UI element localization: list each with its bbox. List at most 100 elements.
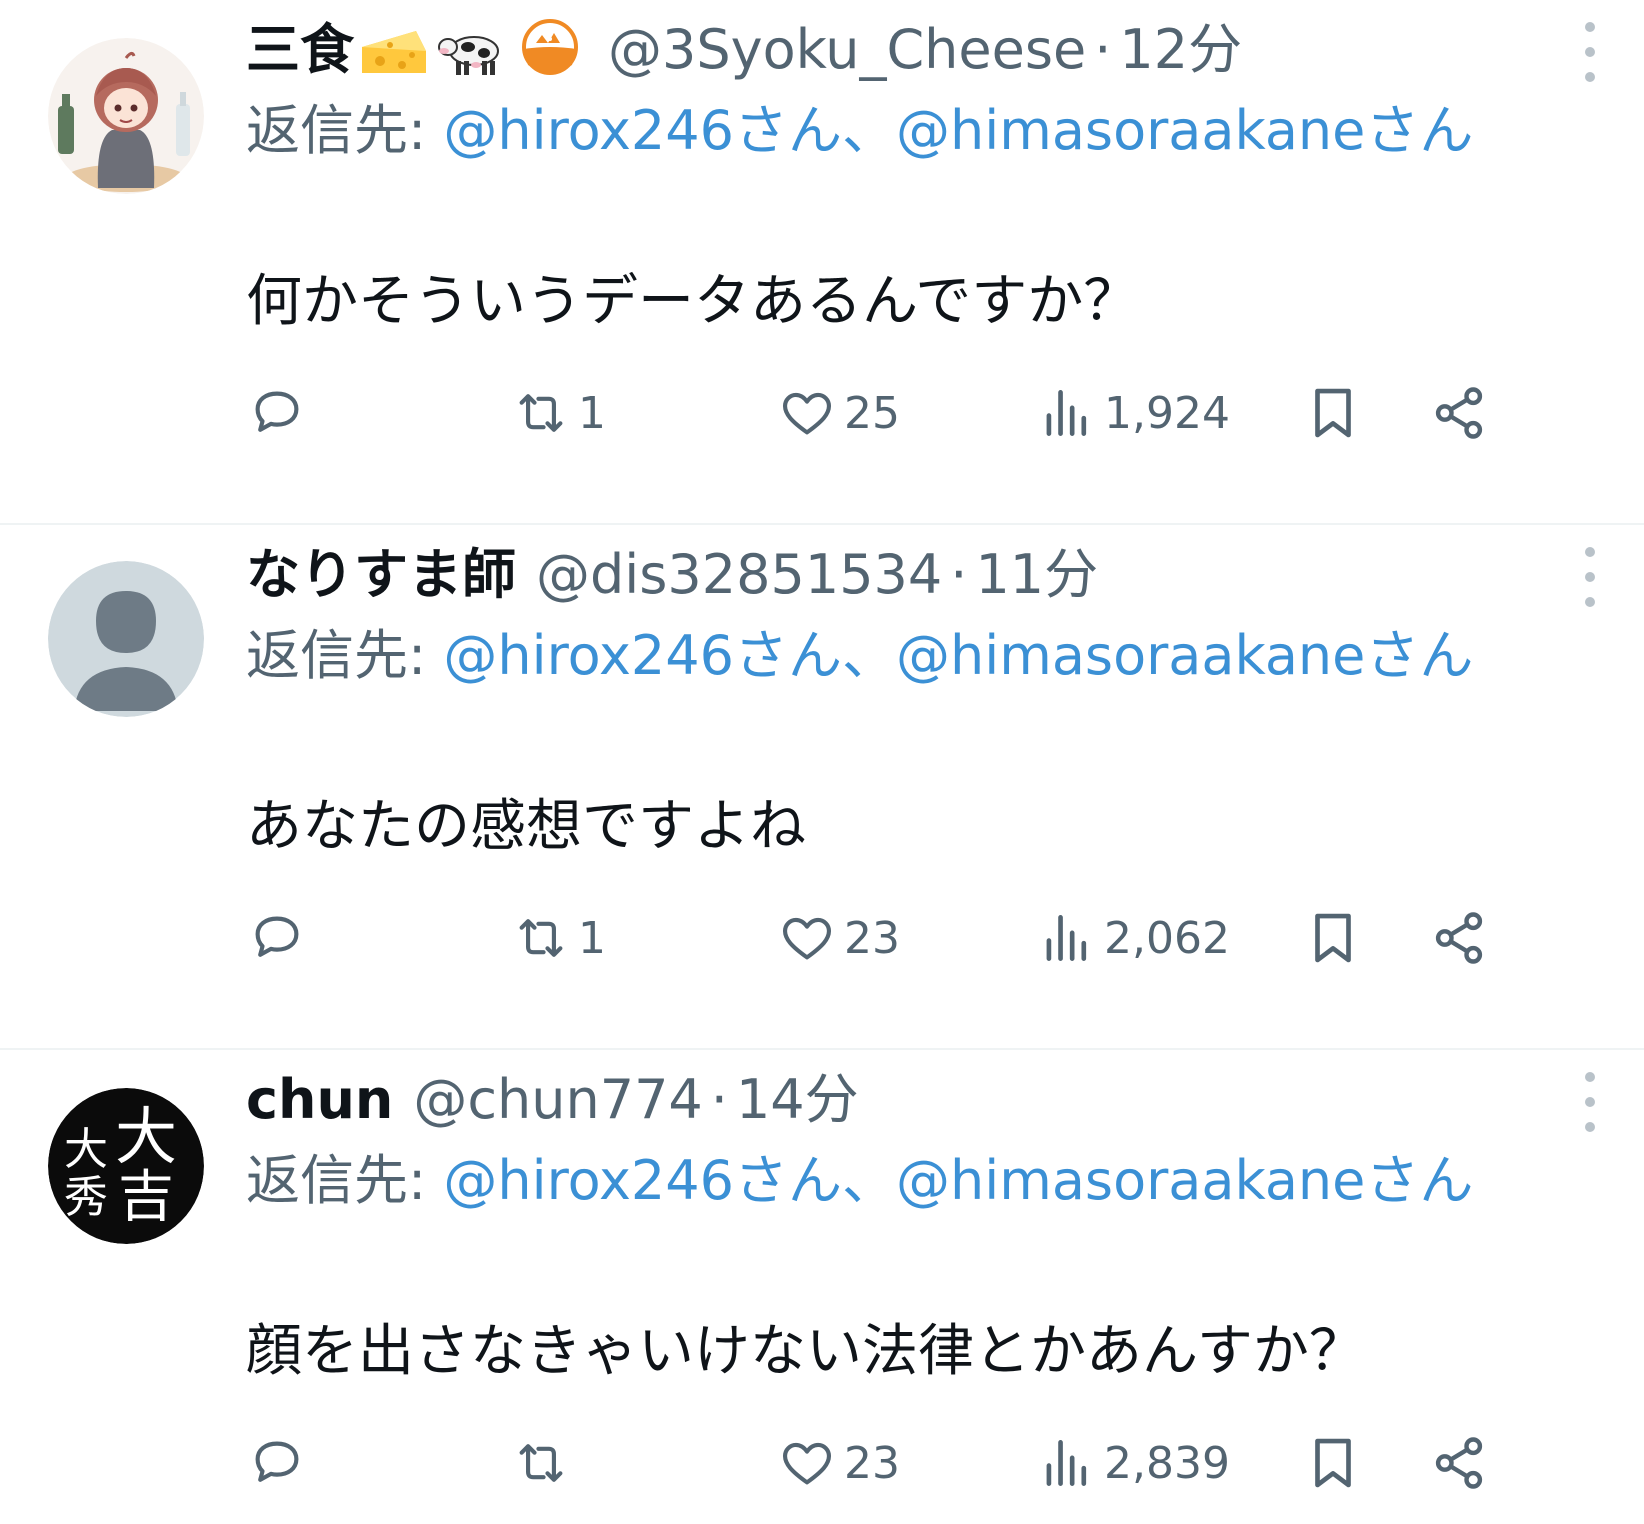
display-name[interactable]: なりすま師 [246, 535, 516, 615]
avatar-glyph: 大 [115, 1100, 177, 1173]
like-count: 25 [844, 387, 900, 439]
dot-icon [1585, 547, 1595, 557]
heart-icon [782, 1442, 832, 1485]
avatar[interactable]: 大 大 秀 吉 [48, 1088, 204, 1244]
dot-icon [1585, 1072, 1595, 1082]
avatar[interactable] [48, 561, 204, 717]
tweet-text: 顔を出さなきゃいけない法律とかあんすか？ [246, 1319, 1365, 1384]
mention-link[interactable]: @hirox246さん [443, 99, 842, 162]
views-count: 2,062 [1104, 912, 1230, 964]
like-count: 23 [844, 1437, 900, 1489]
reply-button[interactable] [246, 1428, 308, 1498]
like-button[interactable]: 25 [776, 378, 900, 448]
mention-link[interactable]: @himasoraakaneさん [896, 1149, 1473, 1212]
mention-link[interactable]: @himasoraakaneさん [896, 99, 1473, 162]
views-button[interactable]: 2,839 [1036, 1428, 1230, 1498]
mention-separator: 、 [842, 1149, 897, 1212]
reply-icon [255, 391, 299, 432]
more-options-button[interactable] [1570, 1072, 1610, 1132]
share-button[interactable] [1428, 378, 1490, 448]
bookmark-icon [1315, 1438, 1351, 1488]
avatar[interactable] [48, 38, 204, 194]
handle[interactable]: @3Syoku_Cheese [608, 10, 1086, 90]
mention-link[interactable]: @hirox246さん [443, 624, 842, 687]
like-count: 23 [844, 912, 900, 964]
tweet[interactable]: なりすま師 @dis32851534 · 11分 返信先: @hirox246さ… [0, 525, 1644, 1050]
bookmark-icon [1315, 913, 1351, 963]
dot-icon [1585, 47, 1595, 57]
avatar-glyph: 秀 [64, 1172, 108, 1223]
reply-to-line: 返信先: @hirox246さん、@himasoraakaneさん [246, 90, 1556, 172]
cheese-emoji [356, 17, 432, 83]
bookmark-button[interactable] [1302, 903, 1364, 973]
rice-bowl-emoji [512, 17, 588, 83]
reply-button[interactable] [246, 378, 308, 448]
mention-separator: 、 [842, 624, 897, 687]
action-bar: 1 23 2,062 [246, 903, 1566, 973]
views-chart-icon [1046, 915, 1087, 961]
tweet[interactable]: 三食 @3Syoku_Cheese · 12分 返信先: @hirox246さん… [0, 0, 1644, 525]
reply-prefix: 返信先: [246, 624, 444, 687]
timestamp[interactable]: 14分 [736, 1060, 859, 1140]
views-button[interactable]: 2,062 [1036, 903, 1230, 973]
action-bar: 23 2,839 [246, 1428, 1566, 1498]
share-icon [1435, 912, 1483, 964]
avatar-glyph: 吉 [118, 1165, 174, 1230]
dot-icon [1585, 1097, 1595, 1107]
more-options-button[interactable] [1570, 22, 1610, 82]
action-bar: 1 25 1,924 [246, 378, 1566, 448]
retweet-button[interactable]: 1 [510, 903, 606, 973]
heart-icon [782, 392, 832, 435]
dot-icon [1585, 1122, 1595, 1132]
like-button[interactable]: 23 [776, 1428, 900, 1498]
reply-icon [255, 916, 299, 957]
bookmark-icon [1315, 388, 1351, 438]
display-name[interactable]: 三食 [246, 10, 354, 90]
bookmark-button[interactable] [1302, 378, 1364, 448]
dot-icon [1585, 597, 1595, 607]
cow-emoji [434, 17, 510, 83]
reply-to-line: 返信先: @hirox246さん、@himasoraakaneさん [246, 1140, 1556, 1222]
mention-separator: 、 [842, 99, 897, 162]
handle[interactable]: @dis32851534 [536, 535, 942, 615]
separator: · [710, 1068, 728, 1131]
reply-to-line: 返信先: @hirox246さん、@himasoraakaneさん [246, 615, 1556, 697]
reply-icon [255, 1441, 299, 1482]
dot-icon [1585, 22, 1595, 32]
dot-icon [1585, 72, 1595, 82]
share-button[interactable] [1428, 903, 1490, 973]
share-button[interactable] [1428, 1428, 1490, 1498]
tweet-text: 何かそういうデータあるんですか？ [246, 269, 1140, 334]
tweet[interactable]: 大 大 秀 吉 chun @chun774 · 14分 返信先: @hirox2… [0, 1050, 1644, 1524]
views-chart-icon [1046, 390, 1087, 436]
like-button[interactable]: 23 [776, 903, 900, 973]
retweet-button[interactable] [510, 1428, 578, 1498]
separator: · [1094, 18, 1112, 81]
views-chart-icon [1046, 1440, 1087, 1486]
reply-prefix: 返信先: [246, 99, 444, 162]
share-icon [1435, 387, 1483, 439]
dot-icon [1585, 572, 1595, 582]
heart-icon [782, 917, 832, 960]
views-count: 2,839 [1104, 1437, 1230, 1489]
views-button[interactable]: 1,924 [1036, 378, 1230, 448]
display-name[interactable]: chun [246, 1060, 393, 1140]
more-options-button[interactable] [1570, 547, 1610, 607]
reply-button[interactable] [246, 903, 308, 973]
retweet-count: 1 [578, 912, 606, 964]
reply-prefix: 返信先: [246, 1149, 444, 1212]
separator: · [950, 543, 968, 606]
share-icon [1435, 1437, 1483, 1489]
avatar-glyph: 大 [64, 1124, 108, 1175]
handle[interactable]: @chun774 [413, 1060, 702, 1140]
retweet-button[interactable]: 1 [510, 378, 606, 448]
views-count: 1,924 [1104, 387, 1230, 439]
mention-link[interactable]: @himasoraakaneさん [896, 624, 1473, 687]
tweet-text: あなたの感想ですよね [246, 794, 806, 859]
retweet-icon [519, 919, 563, 957]
bookmark-button[interactable] [1302, 1428, 1364, 1498]
mention-link[interactable]: @hirox246さん [443, 1149, 842, 1212]
retweet-icon [519, 394, 563, 432]
timestamp[interactable]: 11分 [975, 535, 1098, 615]
timestamp[interactable]: 12分 [1119, 10, 1242, 90]
